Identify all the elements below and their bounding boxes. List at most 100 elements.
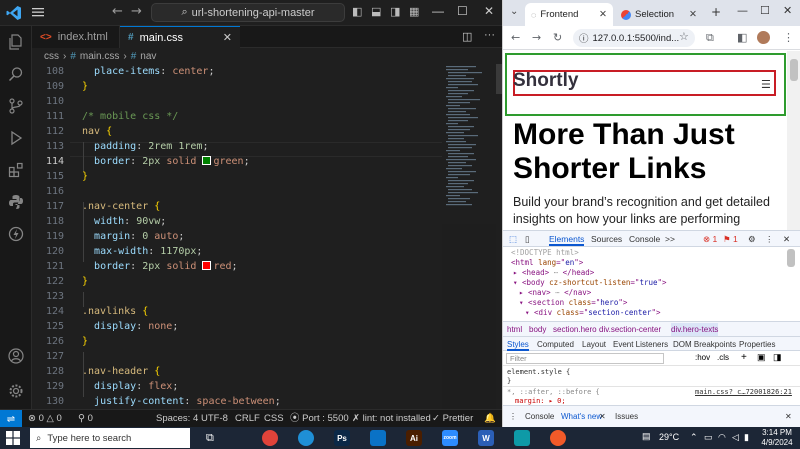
gear-icon[interactable]: ⚙ bbox=[748, 233, 756, 246]
menu-icon[interactable] bbox=[31, 5, 45, 19]
close-icon[interactable]: ✕ bbox=[785, 411, 792, 423]
taskbar-edge-icon[interactable] bbox=[298, 430, 314, 446]
linter-status[interactable]: ✗ lint: not installed bbox=[352, 412, 431, 426]
issues-badge[interactable]: ⚑ 1 bbox=[723, 233, 738, 246]
tab-sources[interactable]: Sources bbox=[591, 233, 622, 246]
breadcrumb-body[interactable]: body bbox=[529, 323, 546, 336]
drawer-tab-whats-new[interactable]: What's new bbox=[561, 411, 602, 423]
taskbar-illustrator-icon[interactable]: Ai bbox=[406, 430, 422, 446]
dom-node-div[interactable]: ▾ <div class="section-center"> bbox=[525, 308, 660, 318]
breadcrumb-section[interactable]: section.hero bbox=[553, 323, 597, 336]
run-debug-icon[interactable] bbox=[8, 130, 24, 146]
styles-pane[interactable]: element.style { } *, ::after, ::before {… bbox=[503, 366, 800, 405]
forward-arrow-icon[interactable]: → bbox=[532, 31, 541, 44]
pseudo-rule-selector[interactable]: *, ::after, ::before { bbox=[507, 388, 600, 397]
brand-logo[interactable]: Shortly bbox=[513, 70, 578, 92]
battery-icon[interactable]: ▮ bbox=[744, 432, 749, 443]
tab-console[interactable]: Console bbox=[629, 233, 660, 246]
reload-icon[interactable]: ↻ bbox=[553, 31, 562, 44]
encoding-indicator[interactable]: UTF-8 bbox=[201, 412, 228, 426]
star-icon[interactable]: ☆ bbox=[679, 30, 689, 43]
back-arrow-icon[interactable]: ← bbox=[511, 31, 520, 44]
live-server-icon[interactable] bbox=[8, 226, 24, 242]
taskbar-zoom-icon[interactable]: zoom bbox=[442, 430, 458, 446]
browser-tab-selection[interactable]: Selection ✕ bbox=[615, 3, 703, 26]
browser-tab-frontend[interactable]: ◌ Frontend ✕ bbox=[525, 3, 613, 26]
breadcrumb-html[interactable]: html bbox=[507, 323, 522, 336]
system-clock[interactable]: 3:14 PM 4/9/2024 bbox=[756, 428, 798, 448]
windows-start-icon[interactable] bbox=[6, 431, 20, 445]
site-info-icon[interactable]: ⓘ bbox=[579, 31, 589, 45]
network-icon[interactable]: ▭ bbox=[704, 432, 713, 443]
new-tab-icon[interactable]: + bbox=[711, 5, 721, 19]
breadcrumb-folder[interactable]: css bbox=[44, 51, 59, 62]
taskbar-app-icon[interactable] bbox=[514, 430, 530, 446]
taskbar-chrome-icon[interactable] bbox=[262, 430, 278, 446]
split-editor-icon[interactable]: ◫ bbox=[462, 30, 472, 43]
color-swatch-green[interactable] bbox=[202, 156, 212, 165]
kebab-menu-icon[interactable]: ⋮ bbox=[509, 411, 517, 423]
explorer-icon[interactable] bbox=[8, 34, 24, 50]
close-icon[interactable]: ✕ bbox=[783, 233, 790, 246]
maximize-icon[interactable]: ☐ bbox=[457, 4, 468, 18]
wifi-icon[interactable]: ◠ bbox=[718, 432, 726, 443]
avatar[interactable] bbox=[757, 31, 770, 44]
styles-filter-input[interactable]: Filter bbox=[506, 353, 664, 364]
tab-properties[interactable]: Properties bbox=[739, 338, 775, 351]
remote-indicator[interactable]: ⇌ bbox=[0, 410, 22, 428]
volume-icon[interactable]: ◁ bbox=[732, 432, 739, 443]
notifications-bell-icon[interactable]: 🔔 bbox=[484, 412, 496, 426]
eol-indicator[interactable]: CRLF bbox=[235, 412, 260, 426]
page-viewport[interactable]: Shortly ☰ More Than Just Shorter Links B… bbox=[503, 51, 800, 230]
account-icon[interactable] bbox=[8, 348, 24, 364]
drawer-tab-console[interactable]: Console bbox=[525, 411, 554, 423]
minimize-icon[interactable]: — bbox=[432, 4, 444, 18]
inspect-element-icon[interactable]: ⬚ bbox=[509, 233, 517, 246]
problems-indicator[interactable]: ⊗ 0 △ 0 bbox=[28, 412, 62, 426]
computed-sidebar-icon[interactable]: ◨ bbox=[773, 352, 782, 363]
breadcrumb-section-center[interactable]: div.section-center bbox=[599, 323, 661, 336]
minimize-icon[interactable]: — bbox=[737, 4, 748, 17]
more-actions-icon[interactable]: ··· bbox=[484, 29, 495, 41]
tab-elements[interactable]: Elements bbox=[549, 233, 585, 246]
tab-layout[interactable]: Layout bbox=[582, 338, 606, 351]
taskbar-word-icon[interactable]: W bbox=[478, 430, 494, 446]
toggle-primary-sidebar-icon[interactable]: ◧ bbox=[352, 5, 362, 19]
customize-layout-icon[interactable]: ▦ bbox=[409, 5, 419, 19]
language-indicator[interactable]: CSS bbox=[264, 412, 284, 426]
tab-computed[interactable]: Computed bbox=[537, 338, 574, 351]
indentation-indicator[interactable]: Spaces: 4 bbox=[156, 412, 198, 426]
weather-temp[interactable]: 29°C bbox=[659, 432, 679, 442]
tab-dom-breakpoints[interactable]: DOM Breakpoints bbox=[673, 338, 736, 351]
taskbar-vscode-icon[interactable] bbox=[370, 430, 386, 446]
class-toggle[interactable]: .cls bbox=[717, 353, 729, 362]
toggle-panel-icon[interactable]: ⬓ bbox=[371, 5, 381, 19]
more-tabs-button[interactable]: >> bbox=[665, 233, 675, 246]
page-scrollbar[interactable] bbox=[787, 51, 800, 230]
tab-index-html[interactable]: <> index.html bbox=[32, 26, 120, 48]
ports-indicator[interactable]: ⚲ 0 bbox=[78, 412, 93, 426]
scrollbar-thumb[interactable] bbox=[790, 59, 798, 81]
dom-node-head[interactable]: ▸ <head> ⋯ </head> bbox=[513, 268, 594, 278]
forward-arrow-icon[interactable]: → bbox=[131, 4, 142, 19]
address-bar[interactable]: ⓘ 127.0.0.1:5500/ind... bbox=[573, 29, 695, 47]
weather-icon[interactable]: ▤ bbox=[642, 431, 651, 442]
tab-event-listeners[interactable]: Event Listeners bbox=[613, 338, 668, 351]
source-control-icon[interactable] bbox=[8, 98, 24, 114]
search-icon[interactable] bbox=[8, 66, 24, 82]
live-server-port[interactable]: ⦿ Port : 5500 bbox=[290, 412, 349, 426]
rule-source-link[interactable]: main.css?_c…72001826:21 bbox=[695, 388, 792, 397]
close-icon[interactable]: ✕ bbox=[689, 9, 697, 20]
kebab-menu-icon[interactable]: ⋮ bbox=[765, 233, 774, 246]
breadcrumb-symbol[interactable]: nav bbox=[140, 51, 156, 62]
toggle-secondary-sidebar-icon[interactable]: ◨ bbox=[390, 5, 400, 19]
color-swatch-red[interactable] bbox=[202, 261, 212, 270]
element-style-rule[interactable]: element.style { bbox=[507, 368, 570, 377]
tab-search-icon[interactable]: ⌄ bbox=[510, 6, 518, 17]
breadcrumb-file[interactable]: main.css bbox=[80, 51, 119, 62]
dom-node-doctype[interactable]: <!DOCTYPE html> bbox=[511, 248, 579, 258]
dom-tree[interactable]: <!DOCTYPE html> <html lang="en"> ▸ <head… bbox=[503, 247, 800, 321]
extensions-icon[interactable]: ⧉ bbox=[706, 31, 714, 45]
dom-node-nav[interactable]: ▸ <nav> ⋯ </nav> bbox=[519, 288, 591, 298]
back-arrow-icon[interactable]: ← bbox=[112, 4, 123, 19]
